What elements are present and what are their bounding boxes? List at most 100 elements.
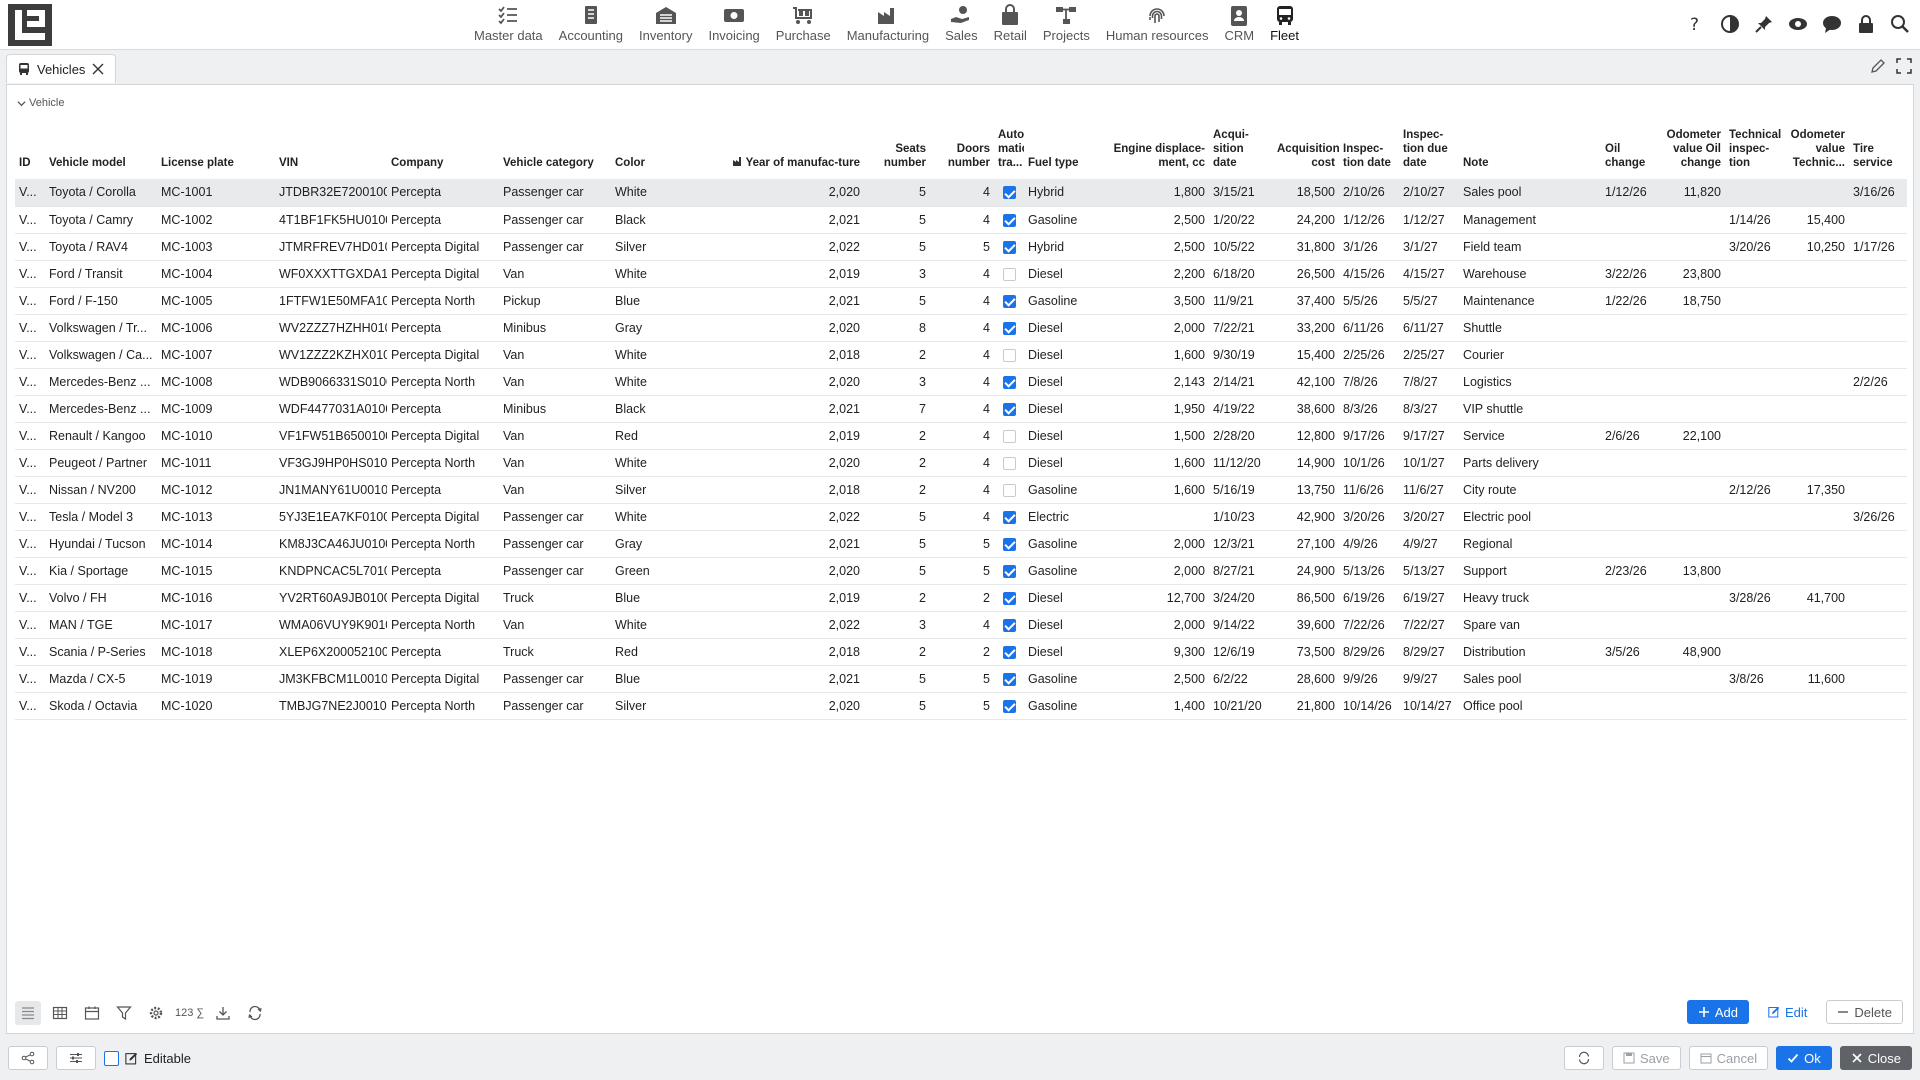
- automatic-transmission-checkbox[interactable]: [1002, 429, 1016, 443]
- sum-totals-button[interactable]: 123 ∑: [175, 1007, 204, 1019]
- column-header[interactable]: Acquisition cost: [1273, 115, 1339, 179]
- table-cell[interactable]: [994, 395, 1024, 423]
- table-cell[interactable]: [994, 692, 1024, 720]
- column-header[interactable]: Engine displace-ment, cc: [1096, 115, 1209, 179]
- column-header[interactable]: Odometer value Oil change: [1661, 115, 1725, 179]
- table-view-icon[interactable]: [47, 1001, 73, 1025]
- menu-item-purchase[interactable]: Purchase: [768, 0, 839, 50]
- table-row[interactable]: V...Nissan / NV200MC-1012JN1MANY61U00100…: [15, 476, 1907, 504]
- menu-item-accounting[interactable]: Accounting: [551, 0, 631, 50]
- menu-item-projects[interactable]: Projects: [1035, 0, 1098, 50]
- column-header[interactable]: Odometer value Technic...: [1785, 115, 1849, 179]
- table-row[interactable]: V...Ford / TransitMC-1004WF0XXXTTGXDA100…: [15, 260, 1907, 288]
- automatic-transmission-checkbox[interactable]: [1002, 618, 1016, 632]
- table-row[interactable]: V...Ford / F-150MC-10051FTFW1E50MFA10005…: [15, 287, 1907, 315]
- column-header[interactable]: Auto-matic tra...: [994, 115, 1024, 179]
- table-cell[interactable]: [994, 341, 1024, 369]
- column-header[interactable]: Color: [611, 115, 679, 179]
- column-header[interactable]: Doors number: [930, 115, 994, 179]
- table-cell[interactable]: [994, 557, 1024, 585]
- table-cell[interactable]: [994, 449, 1024, 477]
- table-row[interactable]: V... Mercedes-Benz ... MC-1008 WDB9066331S0…: [15, 368, 1907, 396]
- column-header[interactable]: Inspec-tion date: [1339, 115, 1399, 179]
- table-row[interactable]: V...Kia / SportageMC-1015KNDPNCAC5L70100…: [15, 557, 1907, 585]
- column-header[interactable]: Fuel type: [1024, 115, 1096, 179]
- close-icon[interactable]: [91, 62, 105, 76]
- app-logo[interactable]: [8, 4, 52, 46]
- automatic-transmission-checkbox[interactable]: [1002, 213, 1016, 227]
- table-row[interactable]: V... Skoda / Octavia MC-1020 TMBJG7NE2J0010…: [15, 692, 1907, 720]
- automatic-transmission-checkbox[interactable]: [1002, 537, 1016, 551]
- automatic-transmission-checkbox[interactable]: [1002, 186, 1016, 200]
- automatic-transmission-checkbox[interactable]: [1002, 510, 1016, 524]
- sliders-icon[interactable]: [56, 1046, 96, 1070]
- close-button[interactable]: Close: [1839, 1046, 1912, 1070]
- reload-icon[interactable]: [1564, 1046, 1605, 1070]
- table-cell[interactable]: [994, 665, 1024, 693]
- table-cell[interactable]: [994, 179, 1024, 207]
- contrast-icon[interactable]: [1718, 12, 1742, 36]
- save-button[interactable]: Save: [1612, 1046, 1681, 1070]
- column-header[interactable]: Acqui-sition date: [1209, 115, 1273, 179]
- table-cell[interactable]: [994, 530, 1024, 558]
- table-cell[interactable]: [994, 260, 1024, 288]
- column-header[interactable]: Company: [387, 115, 499, 179]
- table-cell[interactable]: [994, 638, 1024, 666]
- table-cell[interactable]: [994, 503, 1024, 531]
- table-cell[interactable]: [994, 206, 1024, 234]
- column-header[interactable]: Inspec-tion due date: [1399, 115, 1459, 179]
- settings-icon[interactable]: [143, 1001, 169, 1025]
- column-header[interactable]: License plate: [157, 115, 275, 179]
- table-row[interactable]: V... Renault / Kangoo MC-1010 VF1FW51B65001…: [15, 422, 1907, 450]
- cancel-button[interactable]: Cancel: [1688, 1046, 1769, 1070]
- table-cell[interactable]: [994, 422, 1024, 450]
- pencil-icon[interactable]: [1870, 58, 1886, 77]
- menu-item-master-data[interactable]: Master data: [466, 0, 551, 50]
- table-cell[interactable]: [994, 233, 1024, 261]
- automatic-transmission-checkbox[interactable]: [1002, 375, 1016, 389]
- table-cell[interactable]: [994, 584, 1024, 612]
- automatic-transmission-checkbox[interactable]: [1002, 672, 1016, 686]
- column-header[interactable]: Note: [1459, 115, 1601, 179]
- table-row[interactable]: V... Mercedes-Benz ... MC-1009 WDF4477031A0…: [15, 395, 1907, 423]
- table-row[interactable]: V... Volkswagen / Ca... MC-1007 WV1ZZZ2KZHX…: [15, 341, 1907, 369]
- table-cell[interactable]: [994, 476, 1024, 504]
- share-icon[interactable]: [8, 1046, 48, 1070]
- table-cell[interactable]: [994, 611, 1024, 639]
- delete-button[interactable]: Delete: [1826, 1000, 1903, 1024]
- help-icon[interactable]: ?: [1684, 12, 1708, 36]
- chat-icon[interactable]: [1820, 12, 1844, 36]
- fullscreen-icon[interactable]: [1896, 58, 1912, 77]
- table-row[interactable]: V... Peugeot / Partner MC-1011 VF3GJ9HP0HS0…: [15, 449, 1907, 477]
- table-cell[interactable]: [994, 287, 1024, 315]
- menu-item-inventory[interactable]: Inventory: [631, 0, 700, 50]
- column-header[interactable]: Technical inspec-tion: [1725, 115, 1785, 179]
- add-button[interactable]: Add: [1686, 1000, 1750, 1024]
- table-row[interactable]: V... Volkswagen / Tr... MC-1006 WV2ZZZ7HZHH…: [15, 314, 1907, 342]
- automatic-transmission-checkbox[interactable]: [1002, 402, 1016, 416]
- search-icon[interactable]: [1888, 12, 1912, 36]
- menu-item-sales[interactable]: Sales: [937, 0, 986, 50]
- column-header[interactable]: VIN: [275, 115, 387, 179]
- table-row[interactable]: V...Toyota / RAV4MC-1003JTMRFREV7HD01000…: [15, 233, 1907, 261]
- column-header[interactable]: Tire service: [1849, 115, 1907, 179]
- automatic-transmission-checkbox[interactable]: [1002, 564, 1016, 578]
- column-header[interactable]: Oil change: [1601, 115, 1661, 179]
- table-row[interactable]: V...Volvo / FHMC-1016YV2RT60A9JB010016Pe…: [15, 584, 1907, 612]
- automatic-transmission-checkbox[interactable]: [1002, 456, 1016, 470]
- calendar-view-icon[interactable]: [79, 1001, 105, 1025]
- automatic-transmission-checkbox[interactable]: [1002, 240, 1016, 254]
- table-row[interactable]: V... Hyundai / Tucson MC-1014 KM8J3CA46JU01…: [15, 530, 1907, 558]
- column-header[interactable]: Year of manufac-ture: [679, 115, 864, 179]
- lock-icon[interactable]: [1854, 12, 1878, 36]
- table-cell[interactable]: [994, 314, 1024, 342]
- editable-checkbox[interactable]: [104, 1050, 119, 1066]
- column-header[interactable]: ID: [15, 115, 45, 179]
- menu-item-crm[interactable]: CRM: [1216, 0, 1262, 50]
- download-icon[interactable]: [210, 1001, 236, 1025]
- column-header[interactable]: Vehicle model: [45, 115, 157, 179]
- editable-toggle[interactable]: Editable: [104, 1050, 191, 1066]
- table-cell[interactable]: [994, 368, 1024, 396]
- table-row[interactable]: V... Tesla / Model 3 MC-1013 5YJ3E1EA7KF010…: [15, 503, 1907, 531]
- menu-item-retail[interactable]: Retail: [986, 0, 1035, 50]
